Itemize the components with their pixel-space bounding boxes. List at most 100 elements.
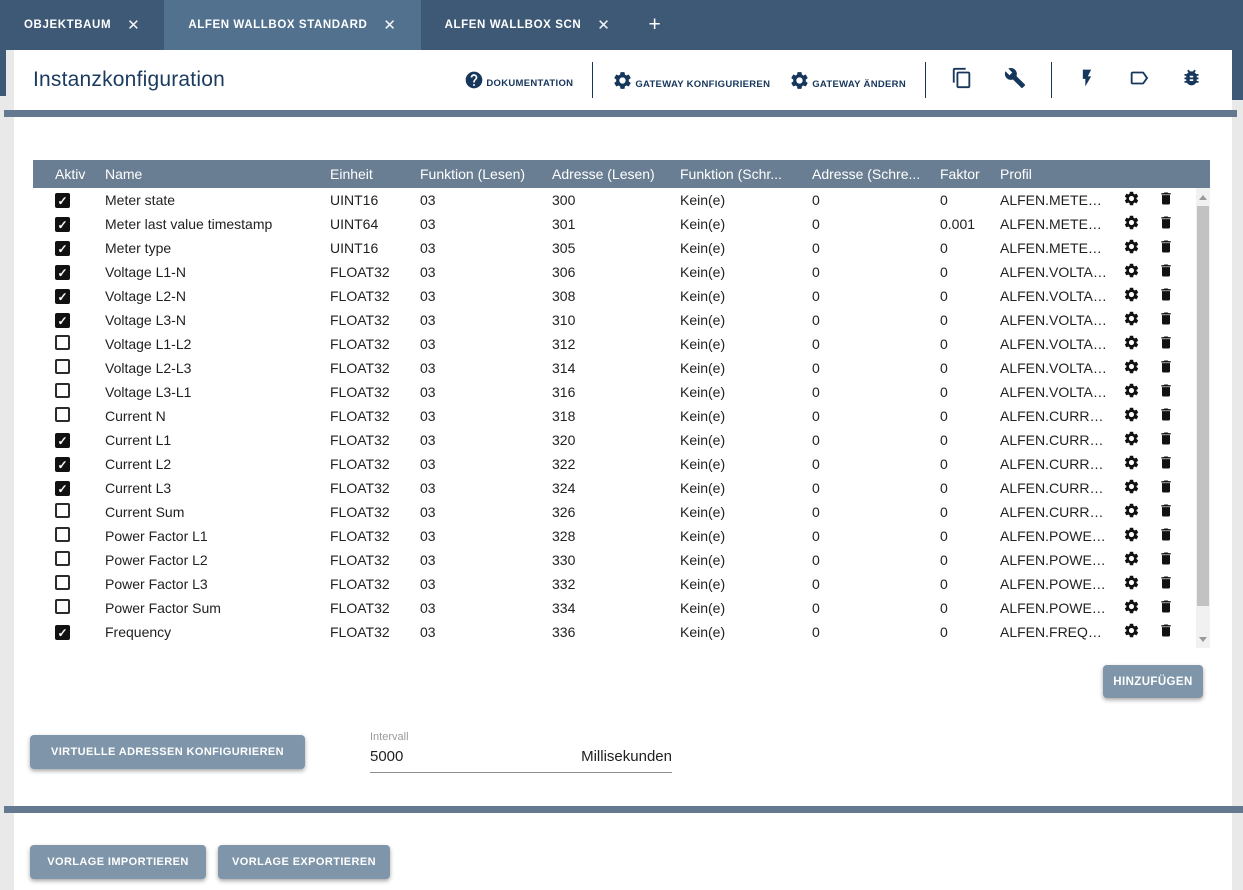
cell-profil: ALFEN.POWE… bbox=[1000, 528, 1123, 544]
scrollbar-thumb[interactable] bbox=[1197, 206, 1209, 606]
power-button[interactable] bbox=[1071, 68, 1103, 93]
row-active-checkbox[interactable]: ✓ bbox=[55, 193, 70, 208]
row-active-checkbox[interactable] bbox=[55, 527, 70, 542]
row-settings-gear-icon[interactable] bbox=[1123, 598, 1140, 615]
close-icon[interactable]: ✕ bbox=[597, 18, 610, 33]
row-active-checkbox[interactable]: ✓ bbox=[55, 241, 70, 256]
row-active-checkbox[interactable]: ✓ bbox=[55, 289, 70, 304]
row-delete-trash-icon[interactable] bbox=[1158, 430, 1174, 447]
close-icon[interactable]: ✕ bbox=[383, 18, 396, 33]
gateway-change-button[interactable]: GATEWAY ÄNDERN bbox=[789, 70, 906, 91]
row-active-checkbox[interactable]: ✓ bbox=[55, 313, 70, 328]
cell-name: Voltage L1-L2 bbox=[105, 336, 330, 352]
cell-einheit: FLOAT32 bbox=[330, 576, 420, 592]
row-active-checkbox[interactable] bbox=[55, 335, 70, 350]
row-active-checkbox[interactable] bbox=[55, 503, 70, 518]
row-active-checkbox[interactable] bbox=[55, 359, 70, 374]
row-delete-trash-icon[interactable] bbox=[1158, 310, 1174, 327]
right-edge-accent bbox=[1232, 50, 1243, 100]
new-tab-button[interactable]: + bbox=[634, 0, 674, 50]
row-active-checkbox[interactable]: ✓ bbox=[55, 265, 70, 280]
column-header-faktor: Faktor bbox=[940, 166, 1000, 182]
row-active-checkbox[interactable] bbox=[55, 383, 70, 398]
scroll-down-arrow-icon[interactable] bbox=[1196, 632, 1210, 646]
row-delete-trash-icon[interactable] bbox=[1158, 358, 1174, 375]
row-active-checkbox[interactable]: ✓ bbox=[55, 217, 70, 232]
row-active-checkbox[interactable]: ✓ bbox=[55, 625, 70, 640]
row-delete-trash-icon[interactable] bbox=[1158, 622, 1174, 639]
tab-objektbaum[interactable]: OBJEKTBAUM ✕ bbox=[0, 0, 164, 50]
row-settings-gear-icon[interactable] bbox=[1123, 526, 1140, 543]
cell-funktion-lesen: 03 bbox=[420, 504, 552, 520]
close-icon[interactable]: ✕ bbox=[127, 18, 140, 33]
debug-button[interactable] bbox=[1175, 67, 1208, 93]
row-active-checkbox[interactable]: ✓ bbox=[55, 457, 70, 472]
row-settings-gear-icon[interactable] bbox=[1123, 262, 1140, 279]
row-settings-gear-icon[interactable] bbox=[1123, 382, 1140, 399]
copy-button[interactable] bbox=[945, 67, 979, 94]
row-active-checkbox[interactable]: ✓ bbox=[55, 433, 70, 448]
export-template-button[interactable]: VORLAGE EXPORTIEREN bbox=[218, 845, 390, 879]
row-delete-trash-icon[interactable] bbox=[1158, 262, 1174, 279]
row-delete-trash-icon[interactable] bbox=[1158, 406, 1174, 423]
row-delete-trash-icon[interactable] bbox=[1158, 190, 1174, 207]
row-active-checkbox[interactable] bbox=[55, 575, 70, 590]
row-delete-trash-icon[interactable] bbox=[1158, 454, 1174, 471]
row-settings-gear-icon[interactable] bbox=[1123, 622, 1140, 639]
row-delete-trash-icon[interactable] bbox=[1158, 526, 1174, 543]
row-delete-trash-icon[interactable] bbox=[1158, 598, 1174, 615]
cell-name: Voltage L2-L3 bbox=[105, 360, 330, 376]
cell-einheit: FLOAT32 bbox=[330, 312, 420, 328]
interval-input[interactable]: 5000 bbox=[370, 748, 403, 765]
cell-profil: ALFEN.METE… bbox=[1000, 240, 1123, 256]
add-button[interactable]: HINZUFÜGEN bbox=[1103, 665, 1203, 698]
row-delete-trash-icon[interactable] bbox=[1158, 550, 1174, 567]
tab-alfen-wallbox-scn[interactable]: ALFEN WALLBOX SCN ✕ bbox=[421, 0, 635, 50]
row-delete-trash-icon[interactable] bbox=[1158, 502, 1174, 519]
row-settings-gear-icon[interactable] bbox=[1123, 574, 1140, 591]
row-active-checkbox[interactable] bbox=[55, 407, 70, 422]
row-settings-gear-icon[interactable] bbox=[1123, 358, 1140, 375]
row-active-checkbox[interactable] bbox=[55, 551, 70, 566]
cell-funktion-schreiben: Kein(e) bbox=[680, 600, 812, 616]
row-delete-trash-icon[interactable] bbox=[1158, 286, 1174, 303]
row-delete-trash-icon[interactable] bbox=[1158, 214, 1174, 231]
row-settings-gear-icon[interactable] bbox=[1123, 286, 1140, 303]
row-settings-gear-icon[interactable] bbox=[1123, 334, 1140, 351]
tab-alfen-wallbox-standard[interactable]: ALFEN WALLBOX STANDARD ✕ bbox=[164, 0, 420, 50]
row-settings-gear-icon[interactable] bbox=[1123, 238, 1140, 255]
row-settings-gear-icon[interactable] bbox=[1123, 190, 1140, 207]
cell-faktor: 0 bbox=[940, 528, 1000, 544]
row-settings-gear-icon[interactable] bbox=[1123, 214, 1140, 231]
row-settings-gear-icon[interactable] bbox=[1123, 478, 1140, 495]
cell-funktion-schreiben: Kein(e) bbox=[680, 264, 812, 280]
cell-funktion-lesen: 03 bbox=[420, 360, 552, 376]
cell-name: Power Factor L1 bbox=[105, 528, 330, 544]
row-active-checkbox[interactable]: ✓ bbox=[55, 481, 70, 496]
gear-icon bbox=[789, 70, 810, 91]
configure-virtual-addresses-button[interactable]: VIRTUELLE ADRESSEN KONFIGURIEREN bbox=[30, 735, 305, 769]
cell-funktion-lesen: 03 bbox=[420, 312, 552, 328]
row-settings-gear-icon[interactable] bbox=[1123, 310, 1140, 327]
row-settings-gear-icon[interactable] bbox=[1123, 430, 1140, 447]
row-delete-trash-icon[interactable] bbox=[1158, 574, 1174, 591]
row-delete-trash-icon[interactable] bbox=[1158, 478, 1174, 495]
tag-button[interactable] bbox=[1122, 67, 1156, 94]
cell-adresse-lesen: 312 bbox=[552, 336, 680, 352]
tag-icon bbox=[1128, 67, 1150, 94]
row-settings-gear-icon[interactable] bbox=[1123, 406, 1140, 423]
row-delete-trash-icon[interactable] bbox=[1158, 334, 1174, 351]
cell-einheit: UINT16 bbox=[330, 240, 420, 256]
row-delete-trash-icon[interactable] bbox=[1158, 382, 1174, 399]
gateway-configure-button[interactable]: GATEWAY KONFIGURIEREN bbox=[612, 70, 770, 91]
documentation-button[interactable]: DOKUMENTATION bbox=[464, 70, 573, 90]
row-active-checkbox[interactable] bbox=[55, 599, 70, 614]
table-scrollbar[interactable] bbox=[1196, 188, 1210, 648]
tools-button[interactable] bbox=[998, 67, 1032, 94]
row-settings-gear-icon[interactable] bbox=[1123, 454, 1140, 471]
row-settings-gear-icon[interactable] bbox=[1123, 502, 1140, 519]
scroll-up-arrow-icon[interactable] bbox=[1196, 190, 1210, 204]
row-settings-gear-icon[interactable] bbox=[1123, 550, 1140, 567]
row-delete-trash-icon[interactable] bbox=[1158, 238, 1174, 255]
import-template-button[interactable]: VORLAGE IMPORTIEREN bbox=[30, 845, 206, 879]
